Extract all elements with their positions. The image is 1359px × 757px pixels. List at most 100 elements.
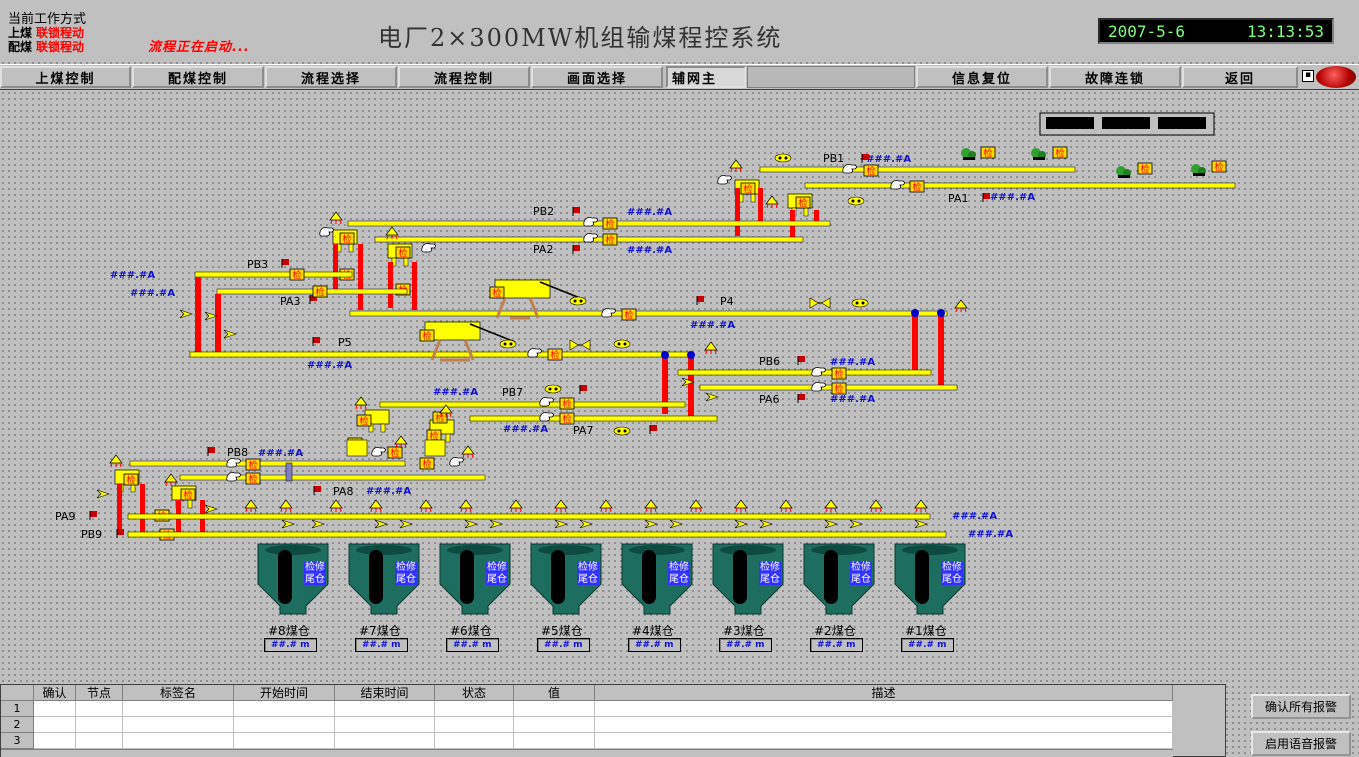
- grid-cell[interactable]: [335, 733, 435, 749]
- grid-cell[interactable]: [514, 701, 595, 717]
- grid-cell[interactable]: [335, 701, 435, 717]
- grid-cell[interactable]: [234, 717, 335, 733]
- page-title: 电厂2×300MW机组输煤程控系统: [378, 24, 783, 52]
- belt-value-pa3: ###.#A: [130, 288, 175, 299]
- col-header-tag[interactable]: 标签名: [123, 685, 234, 701]
- belt-label-pb3: PB3: [247, 258, 268, 271]
- belt-value-p4: ###.#A: [690, 320, 735, 331]
- grid-scroll-area[interactable]: [1173, 685, 1225, 756]
- grid-cell[interactable]: [435, 733, 514, 749]
- silo-level-value[interactable]: ##.# m: [628, 638, 681, 652]
- belt-value-pa2: ###.#A: [627, 245, 672, 256]
- column-p5b: [688, 356, 694, 418]
- col-header-description[interactable]: 描述: [595, 685, 1173, 701]
- grid-cell[interactable]: [34, 733, 76, 749]
- plough-row-top: [244, 499, 928, 513]
- silo-tail-tag: 尾仓: [759, 574, 781, 585]
- storage-bar-2: [1102, 117, 1150, 129]
- silo-level-value[interactable]: ##.# m: [446, 638, 499, 652]
- grid-cell[interactable]: [123, 717, 234, 733]
- silo-tail-tag: 尾仓: [577, 574, 599, 585]
- grid-cell[interactable]: [514, 717, 595, 733]
- silo-name: #5煤仓: [541, 624, 583, 638]
- col-header-end-time[interactable]: 结束时间: [335, 685, 435, 701]
- belt-value-pa8: ###.#A: [366, 486, 411, 497]
- belt-value-pa7: ###.#A: [503, 424, 548, 435]
- col-header-status[interactable]: 状态: [435, 685, 514, 701]
- grid-cell[interactable]: [595, 733, 1173, 749]
- belt-label-pb8: PB8: [227, 446, 248, 459]
- belt-label-pb2: PB2: [533, 205, 554, 218]
- alarm-light-icon[interactable]: [1316, 66, 1356, 88]
- silo-level-value[interactable]: ##.# m: [719, 638, 772, 652]
- silo-tail-tag: 尾仓: [486, 574, 508, 585]
- col-header-value[interactable]: 值: [514, 685, 595, 701]
- silo-maint-tag: 检修: [486, 562, 508, 573]
- blend-coal-mode: 配煤 联锁程动: [8, 38, 84, 55]
- silo-tail-tag: 尾仓: [668, 574, 690, 585]
- enable-voice-alarm-button[interactable]: 启用语音报警: [1251, 731, 1351, 756]
- belt-pa9: [127, 513, 931, 520]
- belt-pa7: [469, 415, 718, 422]
- row-number[interactable]: 3: [1, 733, 34, 749]
- silo-level-value[interactable]: ##.# m: [901, 638, 954, 652]
- grid-cell[interactable]: [76, 717, 123, 733]
- aux-network-button[interactable]: 辅网主: [666, 66, 746, 88]
- info-reset-button[interactable]: 信息复位: [916, 66, 1048, 88]
- grid-cell[interactable]: [34, 717, 76, 733]
- grid-hscroll[interactable]: [1, 749, 1173, 757]
- datetime-display: 2007-5-6 13:13:53: [1098, 18, 1334, 44]
- grid-cell[interactable]: [435, 701, 514, 717]
- process-status-text: 流程正在启动...: [148, 40, 250, 55]
- col-header-start-time[interactable]: 开始时间: [234, 685, 335, 701]
- column-pa3: [215, 294, 221, 354]
- col-header-confirm[interactable]: 确认: [34, 685, 76, 701]
- belt-value-p5: ###.#A: [307, 360, 352, 371]
- ack-all-alarms-button[interactable]: 确认所有报警: [1251, 694, 1351, 719]
- grid-cell[interactable]: [123, 701, 234, 717]
- grid-cell[interactable]: [76, 701, 123, 717]
- silo-level-value[interactable]: ##.# m: [355, 638, 408, 652]
- grid-cell[interactable]: [595, 701, 1173, 717]
- belt-value-pb1: ###.#A: [866, 154, 911, 165]
- column-b1a: [117, 484, 122, 532]
- silo-name: #6煤仓: [450, 624, 492, 638]
- silo-maint-tag: 检修: [941, 562, 963, 573]
- grid-cell[interactable]: [234, 733, 335, 749]
- blend-coal-value: 联锁程动: [36, 40, 85, 54]
- return-button[interactable]: 返回: [1182, 66, 1298, 88]
- minimize-icon[interactable]: ▪: [1302, 70, 1314, 82]
- plough-row-bottom: [281, 519, 928, 529]
- belt-label-pb7: PB7: [502, 386, 523, 399]
- process-control-button[interactable]: 流程控制: [398, 66, 530, 88]
- silo-level-value[interactable]: ##.# m: [810, 638, 863, 652]
- row-number[interactable]: 1: [1, 701, 34, 717]
- time-display: 13:13:53: [1246, 21, 1324, 41]
- grid-cell[interactable]: [514, 733, 595, 749]
- belt-label-pa2: PA2: [533, 243, 553, 256]
- grid-cell[interactable]: [34, 701, 76, 717]
- silo-name: #2煤仓: [814, 624, 856, 638]
- date-display: 2007-5-6: [1108, 21, 1186, 41]
- upper-coal-control-button[interactable]: 上煤控制: [0, 66, 131, 88]
- grid-cell[interactable]: [76, 733, 123, 749]
- row-number[interactable]: 2: [1, 717, 34, 733]
- fault-interlock-button[interactable]: 故障连锁: [1049, 66, 1181, 88]
- grid-cell[interactable]: [595, 717, 1173, 733]
- silo-level-value[interactable]: ##.# m: [537, 638, 590, 652]
- blend-coal-control-button[interactable]: 配煤控制: [132, 66, 264, 88]
- grid-cell[interactable]: [335, 717, 435, 733]
- silo-maint-tag: 检修: [395, 562, 417, 573]
- process-select-button[interactable]: 流程选择: [265, 66, 397, 88]
- belt-label-pa3: PA3: [280, 295, 300, 308]
- belt-value-pb9: ###.#A: [968, 529, 1013, 540]
- col-header-node[interactable]: 节点: [76, 685, 123, 701]
- silo-level-value[interactable]: ##.# m: [264, 638, 317, 652]
- blend-coal-label: 配煤: [8, 40, 33, 54]
- belt-label-pa9: PA9: [55, 510, 75, 523]
- grid-cell[interactable]: [234, 701, 335, 717]
- belt-value-pb6: ###.#A: [830, 357, 875, 368]
- grid-cell[interactable]: [123, 733, 234, 749]
- grid-cell[interactable]: [435, 717, 514, 733]
- screen-select-button[interactable]: 画面选择: [531, 66, 663, 88]
